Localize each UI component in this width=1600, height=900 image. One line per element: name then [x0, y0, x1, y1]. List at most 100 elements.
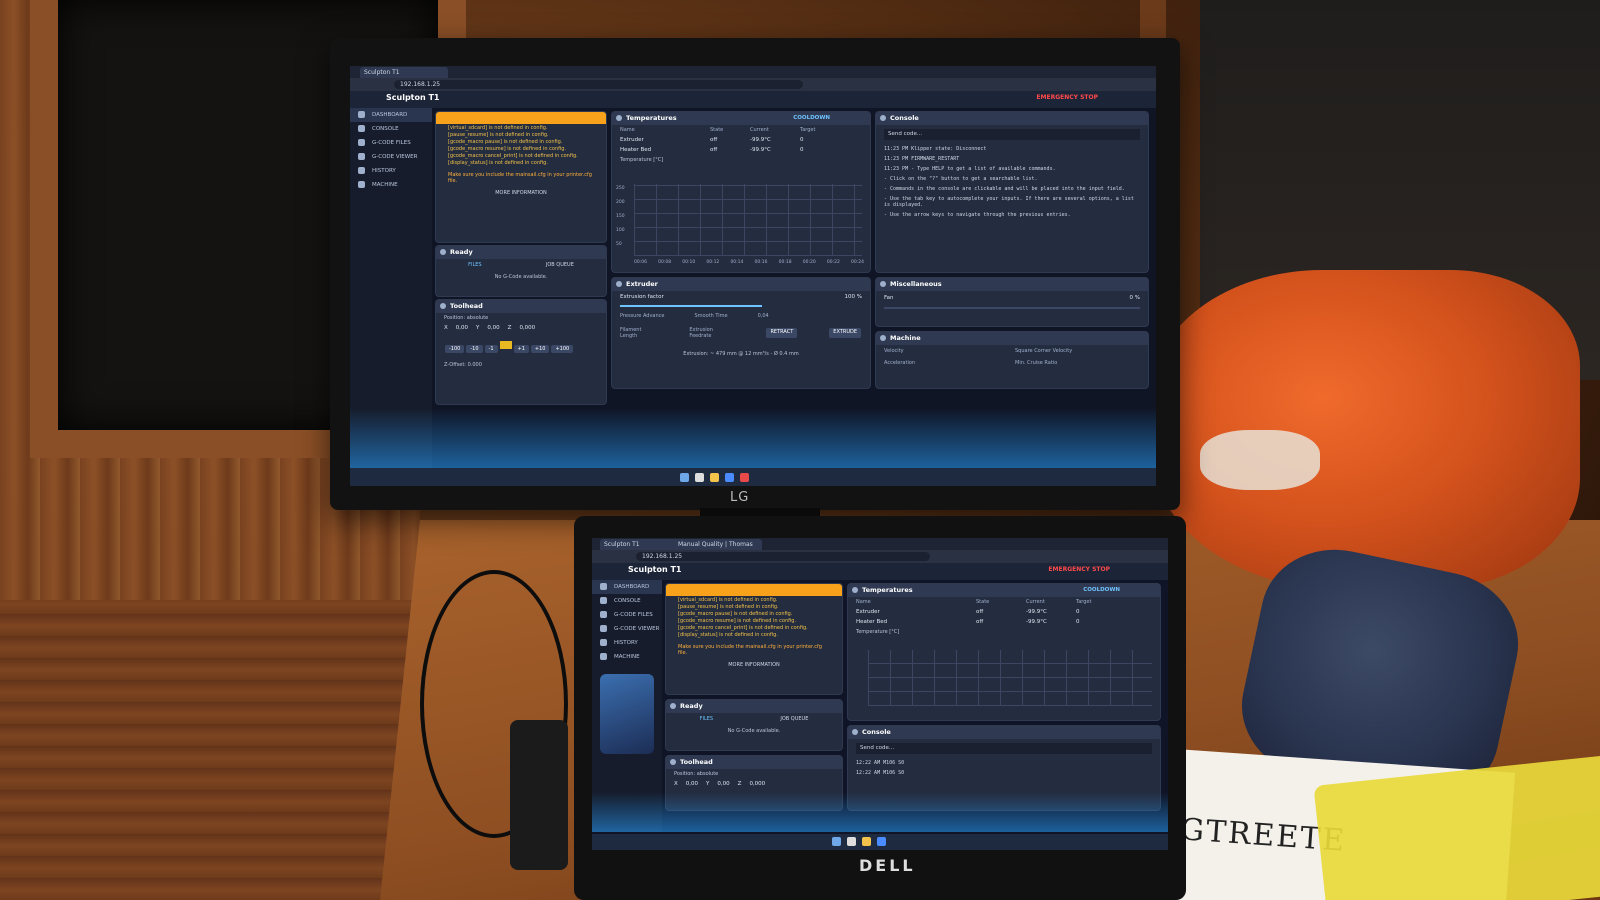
- search-icon[interactable]: [695, 473, 704, 482]
- temp-row-extruder: Extruder off -99.9°C 0: [848, 607, 1160, 617]
- browser-icon[interactable]: [877, 837, 886, 846]
- sidebar-item-history[interactable]: HISTORY: [350, 164, 432, 178]
- temperatures-card: Temperatures COOLDOWN Name State Current Tar…: [848, 584, 1160, 720]
- photo-scene: GTREETE Sculpton T1 192.168.1.25 Sculpto…: [0, 0, 1600, 900]
- start-icon[interactable]: [832, 837, 841, 846]
- warning-header: [666, 584, 842, 596]
- send-code-input[interactable]: Send code...: [856, 743, 1152, 754]
- extrusion-factor-value[interactable]: 100 %: [845, 294, 862, 300]
- sidebar-item-history[interactable]: HISTORY: [592, 636, 662, 650]
- browser-tab[interactable]: Manual Quality | Thomas: [674, 539, 762, 550]
- browser-tab[interactable]: Sculpton T1: [360, 67, 448, 78]
- extrude-button[interactable]: EXTRUDE: [829, 328, 861, 338]
- miscellaneous-card: Miscellaneous Fan 0 %: [876, 278, 1148, 326]
- wrench-icon: [600, 653, 607, 660]
- tab-job-queue[interactable]: JOB QUEUE: [546, 262, 574, 268]
- file-icon: [358, 139, 365, 146]
- toolhead-card: Toolhead Position: absolute X 0,00 Y 0,00 …: [666, 756, 842, 810]
- file-icon: [600, 611, 607, 618]
- retract-button[interactable]: RETRACT: [766, 328, 798, 338]
- cooldown-button[interactable]: COOLDOWN: [793, 112, 830, 125]
- tab-job-queue[interactable]: JOB QUEUE: [780, 716, 808, 722]
- cruise-ratio-field[interactable]: Min. Cruise Ratio: [1015, 360, 1140, 366]
- move-button[interactable]: +10: [530, 345, 550, 353]
- emergency-stop-button[interactable]: EMERGENCY STOP: [1048, 566, 1110, 573]
- wrench-icon: [358, 181, 365, 188]
- warning-line: [gcode_macro cancel_print] is not define…: [448, 153, 578, 159]
- move-button[interactable]: +1: [513, 345, 529, 353]
- axis-x-label: X: [674, 781, 678, 787]
- temp-chart-label: Temperature [°C]: [620, 157, 664, 163]
- warning-line: [gcode_macro resume] is not defined in c…: [678, 618, 797, 624]
- fan-value[interactable]: 0 %: [1130, 295, 1140, 301]
- browser-tab[interactable]: Sculpton T1: [600, 539, 678, 550]
- temp-row-bed: Heater Bed off -99.9°C 0: [612, 145, 870, 155]
- printer-name: Sculpton T1: [386, 93, 440, 102]
- more-information-button[interactable]: MORE INFORMATION: [666, 662, 842, 668]
- viewer-icon: [600, 625, 607, 632]
- warning-line: [pause_resume] is not defined in config.: [448, 132, 549, 138]
- status-icon: [440, 249, 446, 255]
- smooth-time-value[interactable]: 0,04: [758, 313, 769, 319]
- move-button[interactable]: -10: [466, 345, 483, 353]
- browser-icon[interactable]: [725, 473, 734, 482]
- velocity-field[interactable]: Velocity: [884, 348, 1009, 354]
- dashboard-icon: [600, 583, 607, 590]
- cooldown-button[interactable]: COOLDOWN: [1083, 584, 1120, 597]
- machine-header: Machine: [876, 332, 1148, 345]
- axis-y-label: Y: [476, 325, 480, 331]
- mainsail-ui: Sculpton T1 192.168.1.25 Sculpton T1 EME…: [350, 66, 1156, 486]
- home-button[interactable]: [499, 341, 512, 349]
- url-input[interactable]: 192.168.1.25: [394, 80, 803, 89]
- sidebar-item-machine[interactable]: MACHINE: [350, 178, 432, 192]
- target-input[interactable]: 0: [800, 147, 850, 153]
- temperature-chart: [634, 184, 862, 256]
- toolhead-header: Toolhead: [436, 300, 606, 313]
- app-icon[interactable]: [740, 473, 749, 482]
- folder-icon[interactable]: [862, 837, 871, 846]
- url-input[interactable]: 192.168.1.25: [636, 552, 930, 561]
- warning-note: Make sure you include the mainsail.cfg i…: [448, 172, 592, 184]
- machine-limits: Velocity Square Corner Velocity Accelerat…: [876, 345, 1148, 369]
- target-input[interactable]: 0: [1076, 619, 1126, 625]
- move-button[interactable]: -100: [445, 345, 465, 353]
- sidebar-item-gcode-files[interactable]: G-CODE FILES: [592, 608, 662, 622]
- toolhead-icon: [440, 303, 446, 309]
- start-icon[interactable]: [680, 473, 689, 482]
- axis-z-label: Z: [737, 781, 742, 787]
- emergency-stop-button[interactable]: EMERGENCY STOP: [1036, 94, 1098, 101]
- dell-logo: DELL: [859, 856, 916, 875]
- sidebar-item-gcode-files[interactable]: G-CODE FILES: [350, 136, 432, 150]
- search-icon[interactable]: [847, 837, 856, 846]
- tab-files[interactable]: FILES: [468, 262, 481, 268]
- sidebar-item-console[interactable]: CONSOLE: [350, 122, 432, 136]
- console-line: - Use the arrow keys to navigate through…: [884, 212, 1071, 218]
- tab-files[interactable]: FILES: [700, 716, 713, 722]
- axis-y-value: 0,00: [487, 325, 500, 331]
- sidebar-item-machine[interactable]: MACHINE: [592, 650, 662, 664]
- fan-row: Fan 0 %: [884, 295, 1140, 301]
- console-icon: [600, 597, 607, 604]
- target-input[interactable]: 0: [800, 137, 850, 143]
- console-line: 11:23 PM FIRMWARE_RESTART: [884, 156, 960, 162]
- sidebar-item-gcode-viewer[interactable]: G-CODE VIEWER: [350, 150, 432, 164]
- extrusion-slider[interactable]: [620, 305, 762, 307]
- axis-readouts: X 0,00 Y 0,00 Z 0,000: [436, 323, 606, 333]
- sidebar-item-gcode-viewer[interactable]: G-CODE VIEWER: [592, 622, 662, 636]
- square-corner-field[interactable]: Square Corner Velocity: [1015, 348, 1140, 354]
- sidebar-item-dashboard[interactable]: DASHBOARD: [592, 580, 662, 594]
- sidebar-item-console[interactable]: CONSOLE: [592, 594, 662, 608]
- more-information-button[interactable]: MORE INFORMATION: [436, 190, 606, 196]
- sidebar-item-dashboard[interactable]: DASHBOARD: [350, 108, 432, 122]
- fan-slider[interactable]: [884, 307, 1140, 309]
- move-button[interactable]: -1: [484, 345, 498, 353]
- temperatures-header: Temperatures COOLDOWN: [612, 112, 870, 125]
- acceleration-field[interactable]: Acceleration: [884, 360, 1009, 366]
- dell-laptop: Sculpton T1 Manual Quality | Thomas 192.…: [574, 516, 1186, 900]
- warning-card: [virtual_sdcard] is not defined in confi…: [666, 584, 842, 694]
- folder-icon[interactable]: [710, 473, 719, 482]
- remote-control: [510, 720, 568, 870]
- move-button[interactable]: +100: [551, 345, 574, 353]
- send-code-input[interactable]: Send code...: [884, 129, 1140, 140]
- target-input[interactable]: 0: [1076, 609, 1126, 615]
